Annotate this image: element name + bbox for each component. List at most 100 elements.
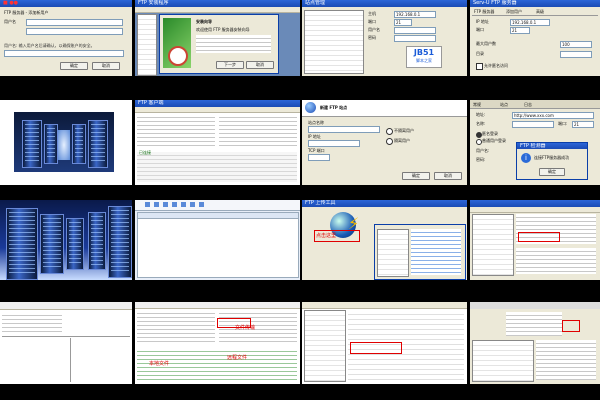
main-panel[interactable] (137, 212, 299, 278)
port-input[interactable] (308, 154, 330, 161)
port-input[interactable]: 21 (572, 121, 594, 128)
toolbar-icons[interactable] (145, 202, 205, 207)
name-input[interactable] (512, 121, 554, 128)
host-value: 192.168.0.1 (396, 11, 421, 17)
server-rack (40, 214, 64, 274)
username-input[interactable] (26, 19, 123, 26)
address-value: http://www.xxx.com (514, 112, 554, 118)
tab-general[interactable]: 常规 (473, 102, 481, 107)
site-tree[interactable] (304, 10, 364, 74)
site-logo: JB51 脚本之家 (406, 46, 442, 68)
password-input[interactable] (394, 35, 436, 42)
toolbar[interactable] (0, 302, 132, 310)
screenshot-thumb-explorer[interactable] (470, 200, 600, 280)
next-button[interactable]: 下一步 (216, 61, 244, 69)
highlight-box (350, 342, 402, 354)
host-label: 主机 (368, 11, 376, 16)
hint-input[interactable] (4, 50, 124, 57)
remote-file-list[interactable] (219, 114, 297, 148)
highlight-box (518, 232, 560, 242)
dialog-title: 安装向导 (196, 19, 212, 24)
details-panel[interactable] (536, 340, 596, 380)
ip-input[interactable] (308, 140, 360, 147)
port-input[interactable]: 21 (394, 19, 412, 26)
no-isolation-radio[interactable] (386, 128, 393, 135)
folder-tree[interactable] (472, 340, 534, 382)
screenshot-thumb-serv-u-config[interactable]: Serv-U FTP 服务器 FTP 服务器 添加用户 高级 IP 地址 192… (470, 0, 600, 76)
folder-tree-panel[interactable] (137, 14, 157, 76)
tab-log[interactable]: 日志 (524, 102, 532, 107)
screenshot-thumb-file-manager[interactable] (470, 302, 600, 384)
screenshot-thumb-ftp-installer[interactable]: FTP 安装程序 安装向导 欢迎使用 FTP 服务器安装向导 下一步 取消 (135, 0, 300, 76)
server-rack (88, 120, 108, 168)
window-titlebar: 站点管理 (302, 0, 467, 7)
anonymous-checkbox[interactable] (476, 63, 483, 70)
wizard-title: 新建 FTP 站点 (320, 105, 348, 110)
screenshot-thumb-dual-pane-ftp[interactable]: 文件传输 本地文件 远程文件 (135, 302, 300, 384)
ip-label: IP 地址 (308, 134, 321, 139)
dialog-body-text (196, 35, 271, 53)
menu-bar[interactable] (135, 7, 300, 13)
photo-thumb-server-room[interactable] (0, 100, 132, 185)
cancel-button[interactable]: 取消 (246, 61, 274, 69)
directory-input[interactable] (560, 51, 592, 58)
dialog-hint: 用户名: 输入用户名后请确认，以确保账户的安全。 (4, 43, 95, 48)
port-value: 21 (574, 121, 580, 127)
file-list[interactable] (506, 312, 562, 336)
toolbar[interactable] (470, 207, 600, 213)
max-users-input[interactable]: 100 (560, 41, 592, 48)
annotation-text: 远程文件 (227, 355, 248, 361)
cancel-button[interactable]: 取消 (92, 62, 120, 70)
port-input[interactable]: 21 (510, 27, 530, 34)
toolbar[interactable] (135, 302, 300, 309)
server-rack (44, 124, 58, 164)
name-label: 名称: (476, 121, 486, 126)
highlight-box (562, 320, 580, 332)
photo-thumb-data-center[interactable] (0, 200, 132, 280)
screenshot-thumb-blank-client[interactable] (0, 302, 132, 384)
screenshot-thumb-new-ftp-site[interactable]: 新建 FTP 站点 站点名称 IP 地址 TCP 端口 不隔离用户 隔离用户 确… (302, 100, 467, 185)
window-title: FTP 客户端 (138, 100, 164, 106)
screenshot-thumb-explorer-2[interactable] (302, 302, 467, 384)
screenshot-thumb-ftp-client[interactable]: FTP 客户端 已连接 (135, 100, 300, 185)
screenshot-thumb-ftp-client-empty[interactable] (135, 200, 300, 280)
tab-add-user[interactable]: 添加用户 (506, 9, 522, 14)
user-input[interactable] (394, 27, 436, 34)
screenshot-thumb-ftp-connection-test[interactable]: 常规 站点 日志 地址: http://www.xxx.com 名称: 端口: … (470, 100, 600, 185)
folder-tree[interactable] (304, 310, 346, 382)
ok-button[interactable]: 确定 (60, 62, 88, 70)
toolbar[interactable] (302, 302, 467, 309)
ip-input[interactable]: 192.168.0.1 (510, 19, 550, 26)
local-file-list[interactable] (137, 310, 215, 344)
tab-site[interactable]: 站点 (500, 102, 508, 107)
screenshot-thumb-ftp-upload-tool[interactable]: FTP 上传工具 ⚡ 点击这里 (302, 200, 467, 280)
file-list-bottom[interactable] (516, 248, 596, 274)
file-list[interactable] (2, 312, 62, 334)
toolbar[interactable] (135, 107, 300, 113)
folder-tree[interactable] (377, 229, 409, 277)
tab-advanced[interactable]: 高级 (536, 9, 544, 14)
screenshot-thumb-ftp-user-dialog[interactable]: ■ ●● FTP 服务器 - 添加新用户 用户名 用户名: 输入用户名后请确认，… (0, 0, 132, 76)
max-users-value: 100 (562, 41, 570, 47)
local-file-list[interactable] (137, 114, 215, 148)
cancel-button[interactable]: 取消 (434, 172, 462, 180)
password-input[interactable] (26, 28, 123, 35)
dialog-ok-button[interactable]: 确定 (539, 168, 565, 176)
tab-ftp-server[interactable]: FTP 服务器 (474, 9, 494, 14)
max-users-label: 最大用户数 (476, 41, 496, 46)
transfer-log (137, 152, 297, 182)
file-list[interactable] (411, 229, 461, 275)
address-input[interactable]: http://www.xxx.com (512, 112, 594, 119)
port-value: 21 (396, 19, 402, 25)
ok-button[interactable]: 确定 (402, 172, 430, 180)
no-isolation-label: 不隔离用户 (394, 128, 414, 133)
window-title: ■ ●● (3, 0, 19, 6)
site-name-label: 站点名称 (308, 120, 324, 125)
dialog-titlebar: FTP 检测器 (517, 143, 587, 149)
folder-tree[interactable] (472, 214, 514, 276)
toolbar[interactable] (135, 200, 300, 211)
host-input[interactable]: 192.168.0.1 (394, 11, 436, 18)
screenshot-thumb-site-manager[interactable]: 站点管理 主机 192.168.0.1 端口 21 用户名 密码 JB51 脚本… (302, 0, 467, 76)
site-name-input[interactable] (308, 126, 380, 133)
isolation-radio[interactable] (386, 138, 393, 145)
